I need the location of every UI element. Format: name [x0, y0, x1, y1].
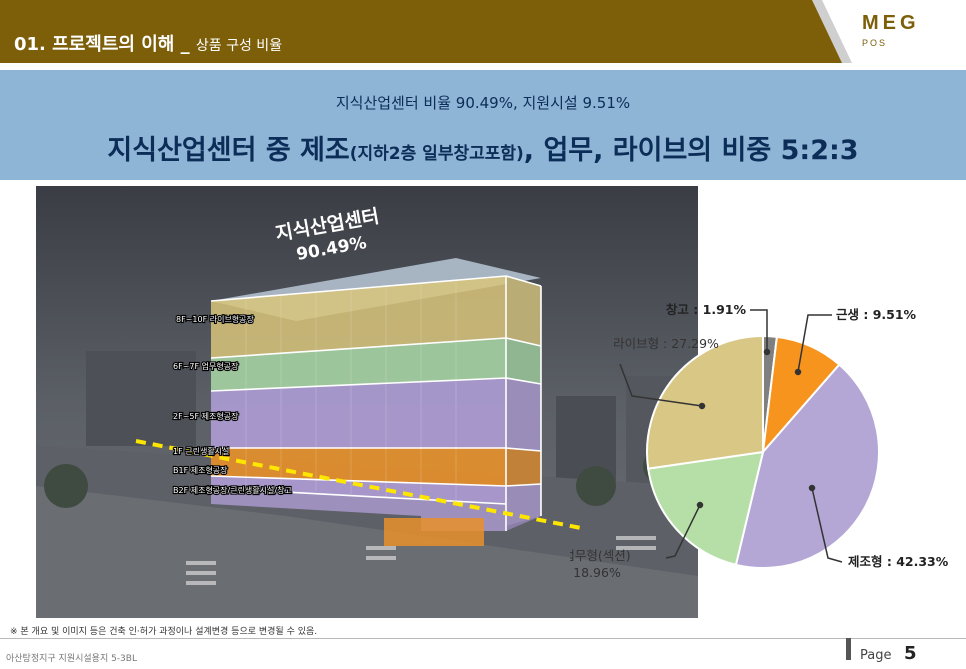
- header-bar: 01. 프로젝트의 이해 _ 상품 구성 비율 MEG POS: [0, 0, 966, 63]
- pie-slice-라이브형: [646, 334, 764, 470]
- pie-label-storage: 창고 : 1.91%: [666, 302, 747, 317]
- page-label: Page: [860, 648, 892, 663]
- floor-label-1f: 1F 근린생활시설: [173, 446, 229, 456]
- floor-label-2f-5f: 2F~5F 제조형공장: [173, 411, 239, 421]
- pie-label-manufacturing: 제조형 : 42.33%: [848, 554, 949, 569]
- section-title-sub: 상품 구성 비율: [195, 38, 283, 54]
- banner-subtitle: 지식산업센터 비율 90.49%, 지원시설 9.51%: [335, 94, 631, 112]
- floor-label-8f-10f: 8F~10F 라이브형공장: [176, 314, 255, 324]
- section-title-main: 01. 프로젝트의 이해 _: [14, 34, 190, 55]
- pie-label-office-a: 업무형(섹션): [570, 548, 631, 563]
- logo: MEG POS: [812, 0, 966, 63]
- logo-subtext: POS: [862, 38, 888, 48]
- pie-label-office-b: 18.96%: [573, 565, 621, 580]
- banner-title-part-b: , 업무, 라이브의 비중 5:2:3: [523, 135, 859, 166]
- floor-label-b1f: B1F 제조형공장: [173, 465, 228, 475]
- banner-title-small: (지하2층 일부창고포함): [349, 144, 524, 164]
- footer-divider: [0, 638, 966, 639]
- floor-label-6f-7f: 6F~7F 업무형공장: [173, 361, 239, 371]
- logo-text: MEG: [862, 12, 920, 34]
- page-marker-bar: [846, 638, 851, 660]
- pie-label-neighborhood: 근생 : 9.51%: [836, 307, 917, 322]
- section-title: 01. 프로젝트의 이해 _ 상품 구성 비율: [14, 30, 282, 56]
- pie-chart-area: 창고 : 1.91% 근생 : 9.51% 제조형 : 42.33% 라이브형 …: [563, 290, 966, 590]
- pie-label-live: 라이브형 : 27.29%: [613, 336, 719, 351]
- floor-label-b2f: B2F 제조형공장/근린생활시설/창고: [173, 485, 292, 495]
- summary-banner: 지식산업센터 비율 90.49%, 지원시설 9.51% 지식산업센터 중 제조…: [0, 70, 966, 180]
- disclaimer-footnote: ※ 본 개요 및 이미지 등은 건축 인·허가 과정이나 설계변경 등으로 변경…: [10, 627, 318, 637]
- banner-title-part-a: 지식산업센터 중 제조: [107, 135, 350, 166]
- banner-title: 지식산업센터 중 제조(지하2층 일부창고포함), 업무, 라이브의 비중 5:…: [0, 128, 966, 167]
- page-number: 5: [904, 643, 917, 664]
- pie-chart: 창고 : 1.91% 근생 : 9.51% 제조형 : 42.33% 라이브형 …: [563, 302, 949, 580]
- footer-project-name: 아산탕정지구 지원시설용지 5-3BL: [6, 654, 137, 664]
